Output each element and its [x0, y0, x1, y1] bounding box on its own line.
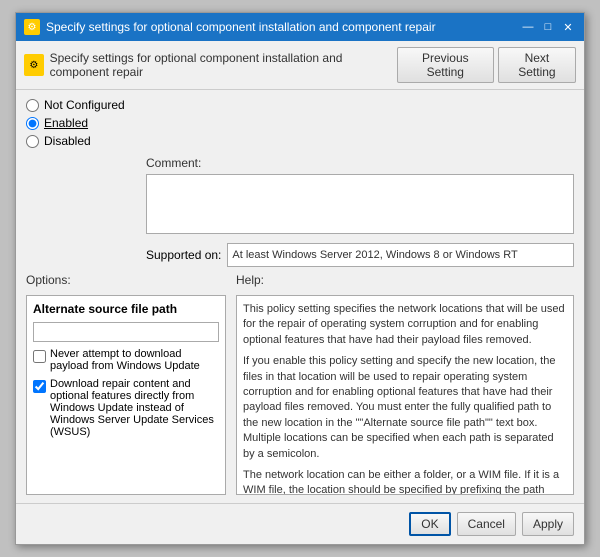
not-configured-label: Not Configured	[44, 98, 125, 112]
enabled-radio[interactable]	[26, 117, 39, 130]
title-bar: ⚙ Specify settings for optional componen…	[16, 13, 584, 41]
supported-row: Supported on: At least Windows Server 20…	[146, 243, 574, 267]
cancel-button[interactable]: Cancel	[457, 512, 516, 536]
comment-label: Comment:	[146, 156, 574, 170]
toolbar-left: ⚙ Specify settings for optional componen…	[24, 51, 397, 79]
disabled-label: Disabled	[44, 134, 91, 148]
help-panel: This policy setting specifies the networ…	[236, 295, 574, 495]
title-bar-left: ⚙ Specify settings for optional componen…	[24, 19, 436, 35]
enabled-option[interactable]: Enabled	[26, 116, 574, 130]
window-icon: ⚙	[24, 19, 40, 35]
checkbox2[interactable]	[33, 380, 46, 393]
disabled-option[interactable]: Disabled	[26, 134, 574, 148]
help-text: This policy setting specifies the networ…	[243, 302, 567, 495]
main-window: ⚙ Specify settings for optional componen…	[15, 12, 585, 545]
enabled-label: Enabled	[44, 116, 88, 130]
options-help-area: Alternate source file path Never attempt…	[26, 295, 574, 495]
help-para-2: If you enable this policy setting and sp…	[243, 354, 567, 462]
toolbar-title: Specify settings for optional component …	[50, 51, 397, 79]
minimize-button[interactable]: —	[520, 19, 536, 35]
options-label: Options:	[26, 273, 71, 287]
maximize-button[interactable]: □	[540, 19, 556, 35]
dialog-buttons: OK Cancel Apply	[16, 503, 584, 544]
not-configured-radio[interactable]	[26, 99, 39, 112]
checkbox2-label: Download repair content and optional fea…	[50, 378, 219, 438]
checkbox1[interactable]	[33, 350, 46, 363]
checkbox1-label: Never attempt to download payload from W…	[50, 348, 219, 372]
disabled-radio[interactable]	[26, 135, 39, 148]
help-label: Help:	[236, 273, 264, 287]
toolbar-buttons: Previous Setting Next Setting	[397, 47, 576, 83]
ok-button[interactable]: OK	[409, 512, 450, 536]
radio-group: Not Configured Enabled Disabled	[26, 98, 574, 148]
checkbox1-item[interactable]: Never attempt to download payload from W…	[33, 348, 219, 372]
window-title: Specify settings for optional component …	[46, 20, 436, 34]
help-para-1: This policy setting specifies the networ…	[243, 302, 567, 348]
toolbar-icon: ⚙	[24, 54, 44, 76]
not-configured-option[interactable]: Not Configured	[26, 98, 574, 112]
options-panel-title: Alternate source file path	[33, 302, 219, 316]
supported-on-label: Supported on:	[146, 248, 221, 262]
main-content: Not Configured Enabled Disabled Comment:…	[16, 90, 584, 503]
supported-value: At least Windows Server 2012, Windows 8 …	[227, 243, 574, 267]
close-button[interactable]: ✕	[560, 19, 576, 35]
help-para-3: The network location can be either a fol…	[243, 468, 567, 495]
apply-button[interactable]: Apply	[522, 512, 574, 536]
comment-textarea[interactable]	[146, 174, 574, 234]
options-panel: Alternate source file path Never attempt…	[26, 295, 226, 495]
previous-setting-button[interactable]: Previous Setting	[397, 47, 494, 83]
next-setting-button[interactable]: Next Setting	[498, 47, 576, 83]
title-controls: — □ ✕	[520, 19, 576, 35]
checkbox2-item[interactable]: Download repair content and optional fea…	[33, 378, 219, 438]
alternate-source-path-input[interactable]	[33, 322, 219, 342]
toolbar: ⚙ Specify settings for optional componen…	[16, 41, 584, 90]
